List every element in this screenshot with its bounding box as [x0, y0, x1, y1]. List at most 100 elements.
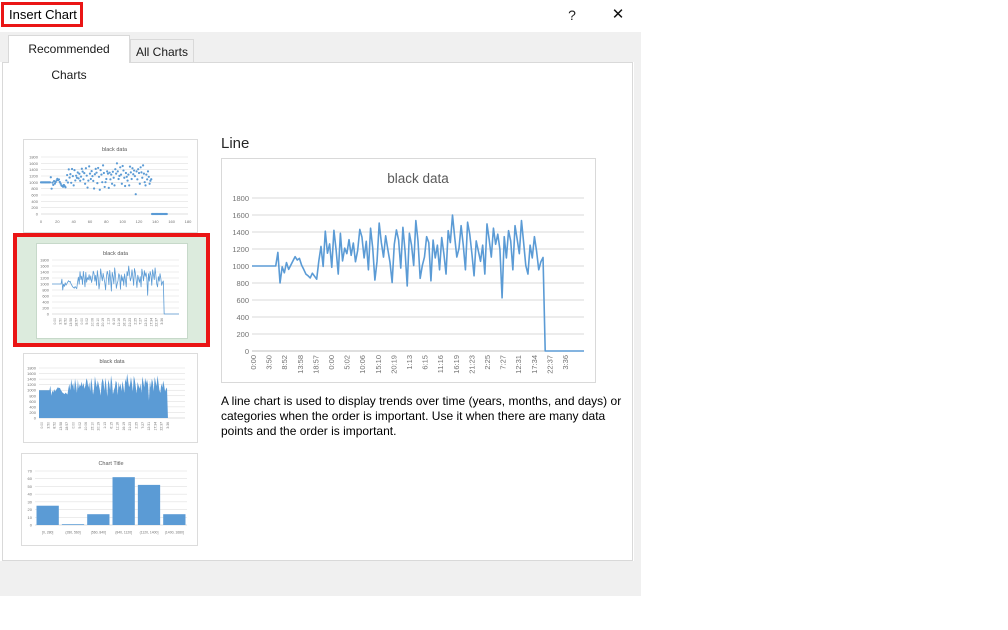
svg-text:5:02: 5:02	[343, 355, 352, 370]
svg-text:20: 20	[55, 219, 60, 224]
svg-text:200: 200	[29, 410, 36, 415]
svg-text:17:34: 17:34	[530, 355, 539, 374]
line-chart-large-preview: black data020040060080010001200140016001…	[222, 159, 595, 382]
histogram-chart-preview: Chart Title010203040506070[0, 280](280, …	[22, 454, 197, 545]
chart-type-heading: Line	[221, 135, 249, 152]
svg-text:0: 0	[245, 347, 249, 356]
svg-text:12:31: 12:31	[514, 355, 523, 374]
svg-text:black data: black data	[102, 147, 128, 153]
svg-text:800: 800	[29, 393, 36, 398]
svg-text:10:06: 10:06	[358, 355, 367, 374]
svg-text:2:25: 2:25	[133, 318, 137, 325]
svg-text:200: 200	[31, 205, 38, 210]
svg-text:30: 30	[28, 499, 33, 504]
svg-text:(280, 560]: (280, 560]	[65, 530, 80, 534]
dialog-footer: OK Cancel	[0, 561, 641, 596]
thumbnail-histogram-chart[interactable]: Chart Title010203040506070[0, 280](280, …	[21, 453, 198, 546]
svg-text:40: 40	[71, 219, 76, 224]
svg-text:10: 10	[28, 515, 33, 520]
tab-all-charts[interactable]: All Charts	[130, 39, 194, 63]
svg-text:7:27: 7:27	[499, 355, 508, 370]
svg-text:1:13: 1:13	[103, 422, 107, 429]
thumbnail-area-chart[interactable]: black data020040060080010001200140016001…	[23, 353, 198, 443]
svg-text:1600: 1600	[232, 211, 249, 220]
svg-text:20:19: 20:19	[389, 355, 398, 374]
svg-text:11:16: 11:16	[116, 422, 120, 430]
selected-chart-large-preview: black data020040060080010001200140016001…	[221, 158, 596, 383]
svg-text:180: 180	[185, 219, 192, 224]
svg-text:120: 120	[136, 219, 143, 224]
scatter-chart-preview: black data020040060080010001200140016001…	[24, 140, 197, 232]
svg-text:2:25: 2:25	[135, 422, 139, 429]
svg-text:3:36: 3:36	[160, 318, 164, 325]
svg-text:1400: 1400	[27, 377, 37, 382]
svg-text:1000: 1000	[40, 282, 50, 287]
svg-text:70: 70	[28, 469, 33, 474]
svg-text:7:27: 7:27	[141, 422, 145, 429]
help-icon[interactable]: ?	[560, 4, 584, 26]
svg-text:7:27: 7:27	[139, 318, 143, 325]
svg-text:8:52: 8:52	[64, 318, 68, 325]
svg-text:60: 60	[28, 476, 33, 481]
svg-text:100: 100	[119, 219, 126, 224]
close-icon[interactable]: ✕	[604, 3, 632, 27]
svg-text:3:50: 3:50	[46, 422, 50, 429]
svg-text:17:34: 17:34	[153, 422, 157, 431]
svg-text:6:15: 6:15	[421, 355, 430, 370]
svg-text:2:25: 2:25	[483, 355, 492, 370]
thumbnail-scatter-chart[interactable]: black data020040060080010001200140016001…	[23, 139, 198, 233]
chart-description: A line chart is used to display trends o…	[221, 394, 628, 439]
svg-text:1:13: 1:13	[405, 355, 414, 370]
svg-text:(1120, 1400]: (1120, 1400]	[140, 530, 159, 534]
svg-text:1400: 1400	[29, 167, 39, 172]
svg-text:0: 0	[40, 219, 43, 224]
svg-text:0:00: 0:00	[40, 422, 44, 429]
svg-text:13:58: 13:58	[69, 318, 73, 327]
svg-text:50: 50	[28, 484, 33, 489]
svg-text:160: 160	[168, 219, 175, 224]
svg-text:1800: 1800	[27, 366, 37, 371]
svg-text:1600: 1600	[27, 371, 37, 376]
svg-text:(840, 1120]: (840, 1120]	[115, 530, 132, 534]
svg-text:400: 400	[31, 199, 38, 204]
svg-text:1200: 1200	[29, 174, 39, 179]
svg-text:3:50: 3:50	[265, 355, 274, 370]
svg-text:1000: 1000	[232, 262, 249, 271]
svg-text:1600: 1600	[29, 161, 39, 166]
svg-text:140: 140	[152, 219, 159, 224]
svg-text:80: 80	[104, 219, 109, 224]
svg-text:18:57: 18:57	[74, 318, 78, 327]
svg-text:0: 0	[34, 416, 37, 421]
svg-text:800: 800	[42, 288, 49, 293]
svg-text:18:57: 18:57	[311, 355, 320, 374]
svg-text:black data: black data	[99, 359, 125, 365]
svg-text:400: 400	[236, 313, 249, 322]
svg-text:16:19: 16:19	[452, 355, 461, 374]
svg-text:600: 600	[42, 294, 49, 299]
svg-text:(1400, 1680]: (1400, 1680]	[165, 530, 184, 534]
svg-text:18:57: 18:57	[65, 422, 69, 431]
svg-text:0:00: 0:00	[327, 355, 336, 370]
svg-text:22:37: 22:37	[545, 355, 554, 374]
svg-text:12:31: 12:31	[147, 422, 151, 431]
svg-text:17:34: 17:34	[149, 318, 153, 327]
svg-text:20:19: 20:19	[97, 422, 101, 431]
svg-text:22:37: 22:37	[155, 318, 159, 327]
svg-text:5:02: 5:02	[78, 422, 82, 429]
svg-text:400: 400	[29, 404, 36, 409]
svg-text:1000: 1000	[27, 388, 37, 393]
svg-text:1200: 1200	[40, 276, 50, 281]
thumbnail-line-chart-selected[interactable]: black data020040060080010001200140016001…	[17, 237, 206, 343]
svg-text:12:31: 12:31	[144, 318, 148, 327]
svg-text:1000: 1000	[29, 180, 39, 185]
svg-text:0: 0	[30, 523, 33, 528]
svg-text:600: 600	[236, 296, 249, 305]
svg-text:1200: 1200	[27, 382, 37, 387]
svg-text:21:23: 21:23	[128, 422, 132, 431]
title-bar: Insert Chart ? ✕	[0, 0, 641, 32]
tab-recommended-charts[interactable]: Recommended Charts	[8, 35, 130, 63]
svg-text:1400: 1400	[40, 270, 50, 275]
tab-strip: Recommended Charts All Charts	[0, 32, 641, 62]
svg-text:8:52: 8:52	[53, 422, 57, 429]
screen: Insert Chart ? ✕ Recommended Charts All …	[0, 0, 1008, 630]
